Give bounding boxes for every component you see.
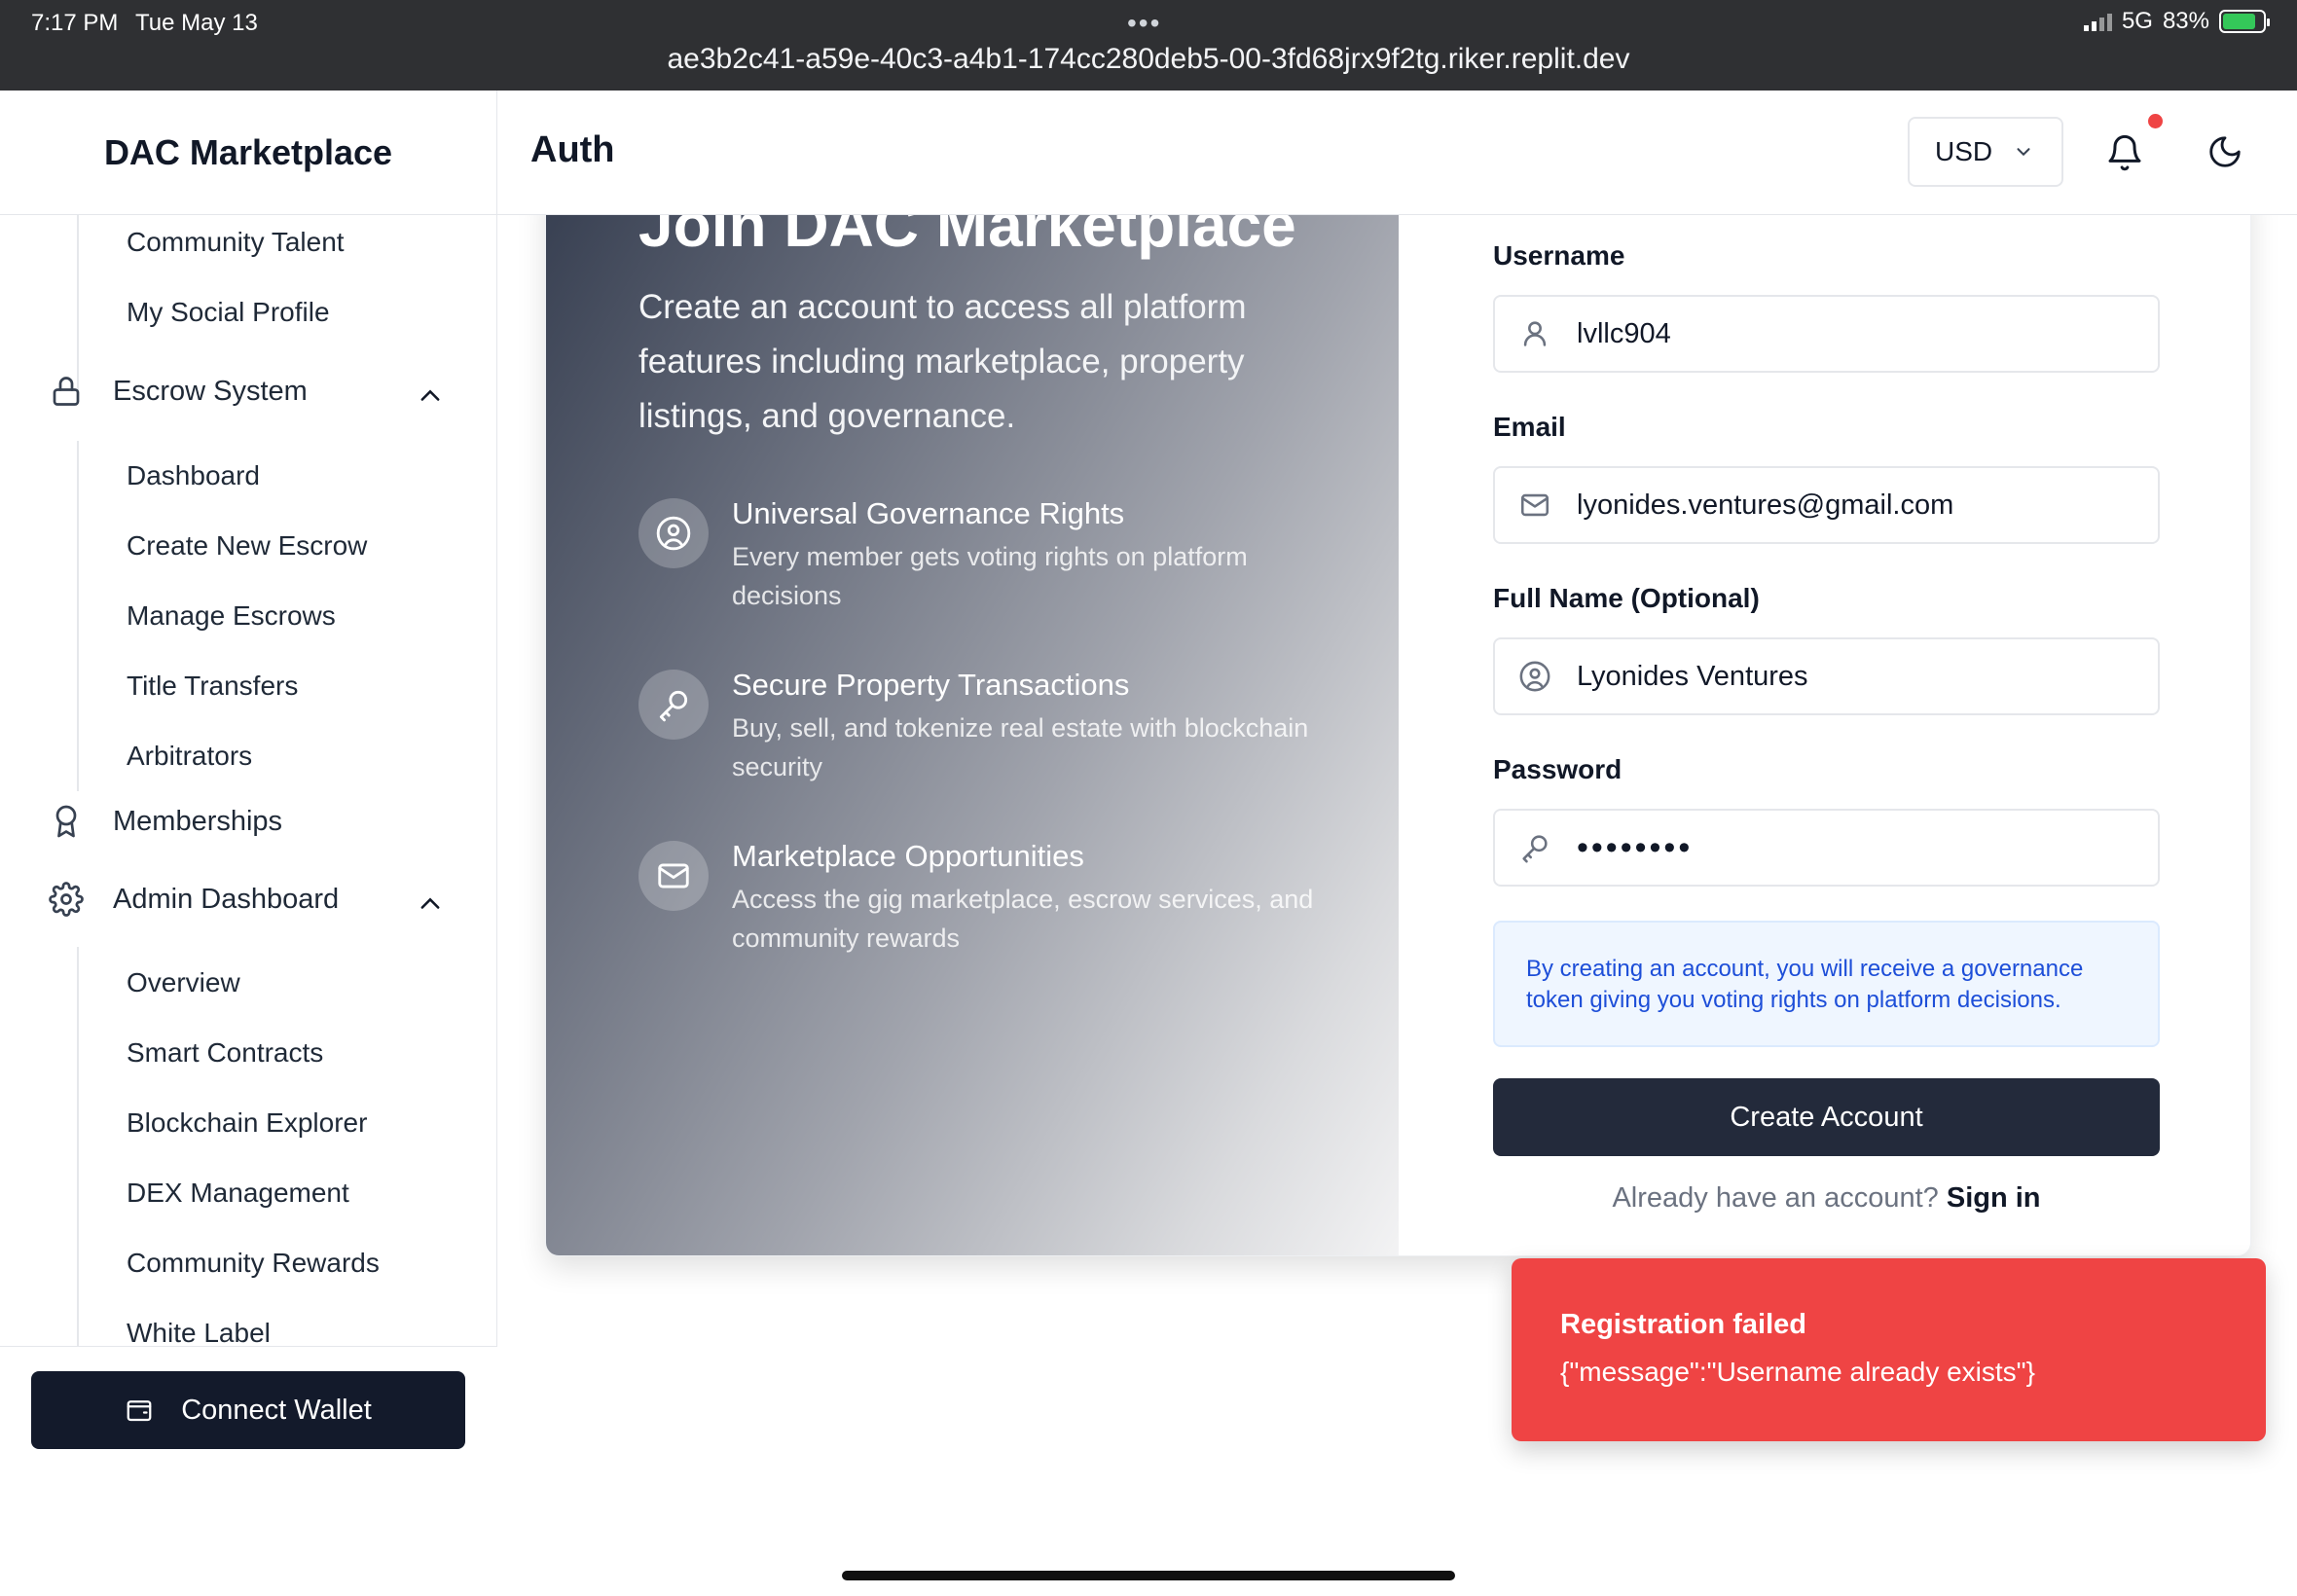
- user-icon: [1523, 321, 1547, 346]
- feature-title: Marketplace Opportunities: [732, 839, 1084, 873]
- username-field[interactable]: lvllc904: [1493, 295, 2160, 373]
- sidebar-item-title-transfers[interactable]: Title Transfers: [127, 671, 298, 702]
- signin-row: Already have an account? Sign in: [1493, 1182, 2160, 1215]
- key-icon: [1522, 835, 1548, 863]
- sidebar-item-blockchain-explorer[interactable]: Blockchain Explorer: [127, 1107, 367, 1139]
- hero-panel: Join DAC Marketplace Create an account t…: [546, 215, 1399, 1255]
- sidebar-item-white-label[interactable]: White Label: [127, 1318, 271, 1349]
- user-circle-icon: [638, 498, 709, 568]
- tree-line: [77, 441, 79, 791]
- currency-value: USD: [1935, 136, 1993, 166]
- signin-link[interactable]: Sign in: [1947, 1182, 2041, 1214]
- battery-percent: 83%: [2162, 8, 2209, 34]
- toast-message: {"message":"Username already exists"}: [1560, 1357, 2035, 1387]
- password-label: Password: [1493, 754, 1622, 784]
- full-name-label: Full Name (Optional): [1493, 583, 1760, 613]
- page-title: Auth: [530, 129, 615, 170]
- mail-icon: [1520, 493, 1550, 517]
- key-icon: [638, 670, 709, 740]
- top-header: Auth USD: [497, 91, 2297, 215]
- status-date: Tue May 13: [135, 10, 258, 36]
- network-label: 5G: [2121, 8, 2153, 34]
- full-name-field[interactable]: Lyonides Ventures: [1493, 637, 2160, 715]
- status-indicators: 5G 83%: [2083, 8, 2270, 35]
- tree-line: [77, 947, 79, 1349]
- full-name-value: Lyonides Ventures: [1577, 660, 1808, 692]
- battery-icon: [2219, 10, 2270, 33]
- sidebar-section-label: Escrow System: [113, 375, 308, 407]
- password-value: ••••••••: [1577, 828, 1694, 866]
- feature-desc: Every member gets voting rights on platf…: [732, 542, 1248, 610]
- email-field[interactable]: lyonides.ventures@gmail.com: [1493, 466, 2160, 544]
- feature-desc: Access the gig marketplace, escrow servi…: [732, 885, 1314, 953]
- status-time: 7:17 PM: [31, 10, 119, 36]
- brand-logo-text[interactable]: DAC Marketplace: [0, 91, 496, 215]
- governance-notice: By creating an account, you will receive…: [1493, 921, 2160, 1047]
- sidebar-item-community-talent[interactable]: Community Talent: [127, 227, 345, 258]
- sidebar-item-community-rewards[interactable]: Community Rewards: [127, 1248, 380, 1279]
- feature-title: Secure Property Transactions: [732, 668, 1130, 702]
- sidebar-item-smart-contracts[interactable]: Smart Contracts: [127, 1037, 323, 1069]
- toast-title: Registration failed: [1560, 1309, 1806, 1340]
- username-value: lvllc904: [1577, 317, 1671, 349]
- notification-dot: [2148, 114, 2163, 128]
- connect-wallet-label: Connect Wallet: [181, 1394, 372, 1426]
- wallet-icon: [127, 1400, 152, 1422]
- address-bar-url[interactable]: ae3b2c41-a59e-40c3-a4b1-174cc280deb5-00-…: [0, 43, 2297, 76]
- sidebar-item-dex-management[interactable]: DEX Management: [127, 1178, 349, 1209]
- signal-icon: [2083, 12, 2112, 31]
- chevron-up-icon[interactable]: [417, 382, 444, 410]
- email-value: lyonides.ventures@gmail.com: [1577, 489, 1954, 521]
- feature-desc: Buy, sell, and tokenize real estate with…: [732, 713, 1309, 781]
- hero-subtitle: Create an account to access all platform…: [638, 288, 1247, 435]
- email-label: Email: [1493, 412, 1566, 442]
- feature-title: Universal Governance Rights: [732, 496, 1125, 530]
- chevron-up-icon[interactable]: [417, 890, 444, 918]
- bell-icon[interactable]: [2105, 133, 2144, 172]
- sidebar-item-my-social-profile[interactable]: My Social Profile: [127, 297, 330, 328]
- create-account-button[interactable]: Create Account: [1493, 1078, 2160, 1156]
- currency-select[interactable]: USD: [1908, 117, 2063, 187]
- auth-card: Join DAC Marketplace Create an account t…: [545, 215, 2251, 1256]
- sidebar-item-label: Memberships: [113, 805, 283, 837]
- user-circle-icon: [1519, 661, 1550, 692]
- username-label: Username: [1493, 240, 1625, 271]
- sidebar: DAC Marketplace Community Talent My Soci…: [0, 91, 497, 1474]
- error-toast[interactable]: Registration failed {"message":"Username…: [1512, 1258, 2266, 1441]
- sidebar-item-overview[interactable]: Overview: [127, 967, 240, 998]
- gear-icon: [49, 882, 84, 917]
- sidebar-footer: Connect Wallet: [0, 1346, 497, 1474]
- signin-prompt: Already have an account?: [1612, 1182, 1939, 1214]
- sidebar-nav: Community Talent My Social Profile Escro…: [0, 215, 497, 1349]
- sidebar-item-escrow-dashboard[interactable]: Dashboard: [127, 460, 260, 491]
- sidebar-section-label: Admin Dashboard: [113, 883, 340, 915]
- connect-wallet-button[interactable]: Connect Wallet: [31, 1371, 465, 1449]
- hero-title: Join DAC Marketplace: [638, 215, 1296, 260]
- lock-icon: [53, 377, 80, 406]
- sidebar-section-escrow[interactable]: Escrow System: [49, 374, 308, 409]
- sidebar-item-arbitrators[interactable]: Arbitrators: [127, 741, 252, 772]
- mail-icon: [638, 841, 709, 911]
- sidebar-item-manage-escrows[interactable]: Manage Escrows: [127, 600, 336, 632]
- award-icon: [55, 805, 77, 838]
- status-bar: 7:17 PM Tue May 13 ••• ae3b2c41-a59e-40c…: [0, 0, 2297, 91]
- tree-line: [77, 215, 79, 390]
- sidebar-section-admin[interactable]: Admin Dashboard: [49, 882, 339, 917]
- multitasking-dots-icon[interactable]: •••: [1127, 8, 1161, 39]
- home-indicator[interactable]: [842, 1571, 1455, 1580]
- sidebar-item-create-new-escrow[interactable]: Create New Escrow: [127, 530, 367, 562]
- sidebar-item-memberships[interactable]: Memberships: [49, 804, 282, 839]
- moon-icon[interactable]: [2206, 133, 2243, 170]
- password-field[interactable]: ••••••••: [1493, 809, 2160, 887]
- chevron-down-icon: [2017, 148, 2030, 157]
